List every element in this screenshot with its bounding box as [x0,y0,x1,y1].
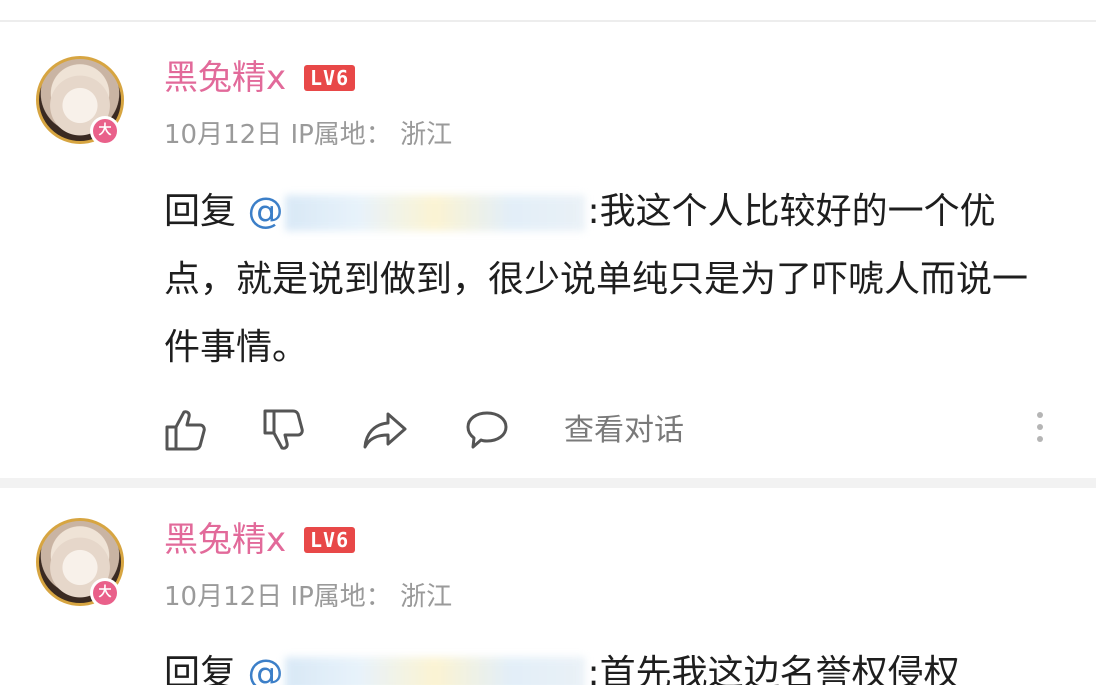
view-conversation-link[interactable]: 查看对话 [564,408,684,454]
reply-prefix: 回复 [164,653,237,685]
comment-button[interactable] [464,408,1096,452]
username[interactable]: 黑兔精x [164,518,286,562]
share-icon [363,412,407,449]
comment-item: 大 黑兔精x LV6 10月12日 IP属地： 浙江 回复 @ :首先我这边名誉权… [0,488,1096,685]
dislike-icon [263,409,304,450]
comment-icon [466,411,508,449]
level-badge: LV6 [304,527,356,553]
username[interactable]: 黑兔精x [164,56,286,100]
avatar[interactable]: 大 [36,518,128,610]
mention-link[interactable]: @ [247,191,283,232]
comment-body: 回复 @:我这个人比较好的一个优点，就是说到做到，很少说单纯只是为了吓唬人而说一… [164,178,1054,382]
comment-body: 回复 @ :首先我这边名誉权侵权 [164,640,1054,685]
comment-text: :首先我这边名誉权侵权 [587,653,960,685]
ip-label: IP属地： [290,120,392,150]
more-options-icon[interactable] [1034,412,1046,450]
reply-prefix: 回复 [164,191,237,232]
ip-location: 浙江 [400,582,453,612]
like-icon [165,410,206,451]
comment-actions: 查看对话 [164,408,1064,454]
mention-redacted [285,657,586,685]
comment-divider [0,478,1096,488]
comment-date: 10月12日 [164,120,283,150]
avatar[interactable]: 大 [36,56,128,148]
vip-badge: 大 [90,578,120,608]
vip-badge: 大 [90,116,120,146]
comment-meta: 10月12日 IP属地： 浙江 [164,118,452,152]
like-button[interactable] [164,408,206,452]
comment-date: 10月12日 [164,582,283,612]
comment-meta: 10月12日 IP属地： 浙江 [164,580,452,614]
share-button[interactable] [362,408,408,452]
level-badge: LV6 [304,65,356,91]
comment-item: 大 黑兔精x LV6 10月12日 IP属地： 浙江 回复 @:我这个人比较好的… [0,22,1096,478]
mention-link[interactable]: @ [247,653,283,685]
mention-redacted [285,195,586,231]
vip-badge-label: 大 [93,581,117,605]
dislike-button[interactable] [262,408,304,452]
vip-badge-label: 大 [93,119,117,143]
ip-location: 浙江 [400,120,453,150]
ip-label: IP属地： [290,582,392,612]
